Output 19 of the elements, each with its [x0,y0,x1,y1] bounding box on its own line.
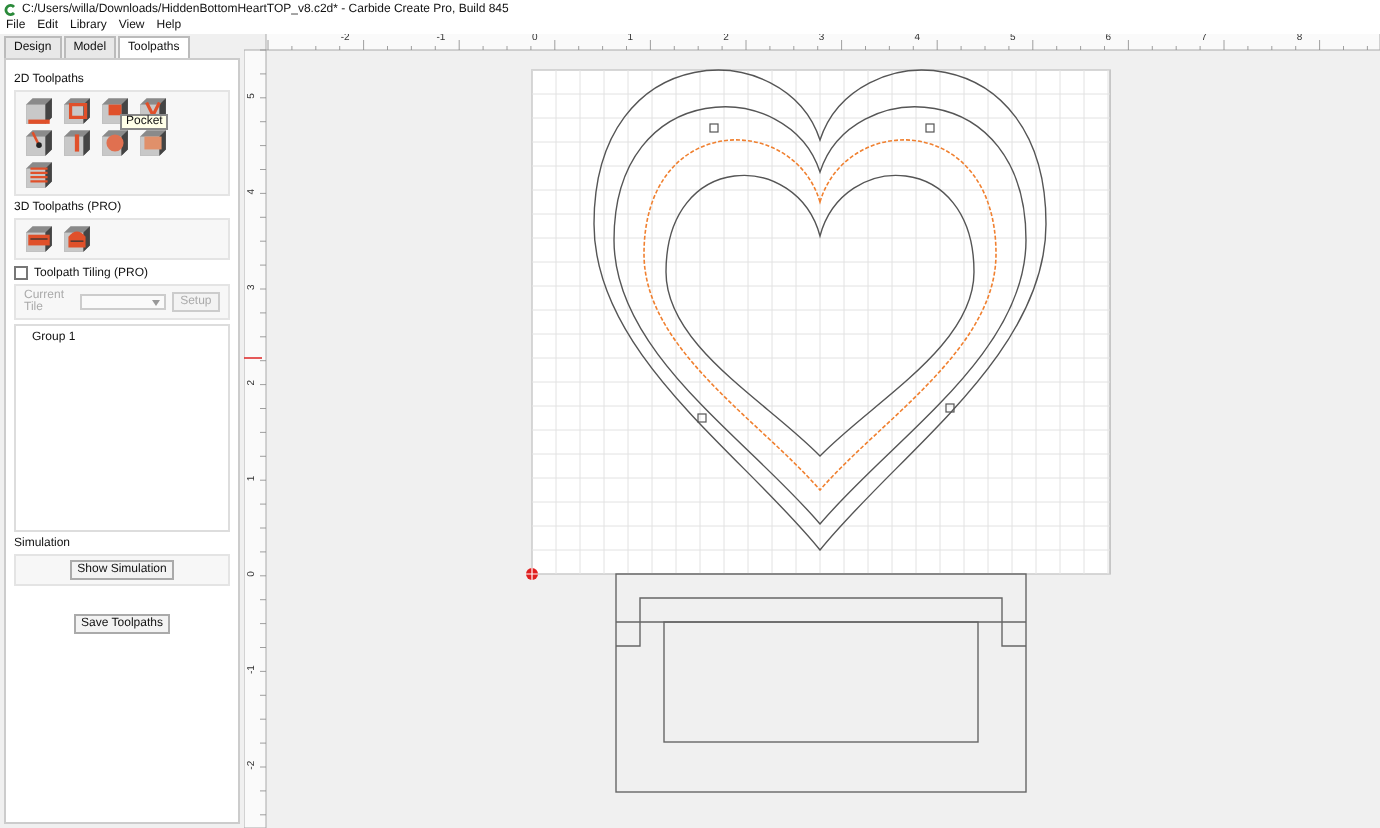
tab-marker [697,413,707,423]
tool-block-icon[interactable] [24,160,54,190]
tool-block-icon[interactable] [24,96,54,126]
tile-dropdown[interactable] [80,294,166,310]
tab-marker [925,123,935,133]
tool-block-icon[interactable] [62,96,92,126]
tool-block-icon[interactable] [62,224,92,254]
cursor-marker [244,357,263,359]
tool-block-icon[interactable] [24,128,54,158]
tab-marker [709,123,719,133]
tool-block-icon[interactable] [62,128,92,158]
caret-icon [151,299,160,305]
tool-block-icon[interactable] [24,224,54,254]
tool-block-icon[interactable] [100,96,130,126]
tool-block-icon[interactable] [100,128,130,158]
tab-marker [945,403,955,413]
origin-icon [525,567,539,581]
app-logo-icon [4,3,16,15]
tool-block-icon[interactable] [138,128,168,158]
